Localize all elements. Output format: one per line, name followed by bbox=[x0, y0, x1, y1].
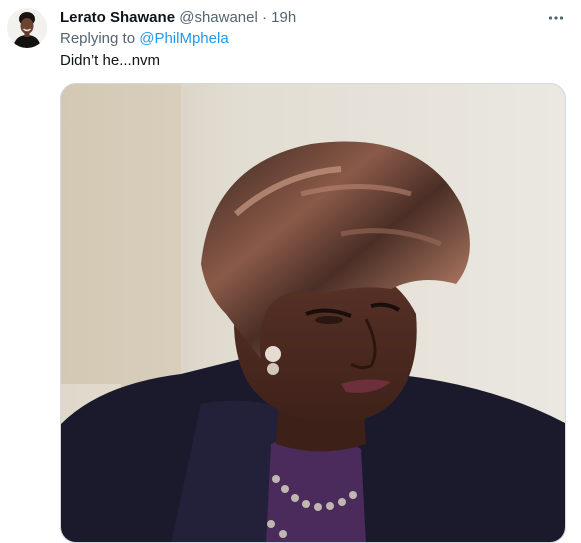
tweet-media-image[interactable] bbox=[60, 83, 566, 543]
more-icon[interactable] bbox=[546, 8, 566, 28]
reply-prefix: Replying to bbox=[60, 30, 136, 47]
media-image bbox=[61, 84, 565, 542]
avatar[interactable] bbox=[7, 8, 47, 48]
tweet-text: Didn’t he...nvm bbox=[60, 52, 161, 69]
user-handle[interactable]: @shawanel bbox=[179, 9, 258, 26]
tweet[interactable]: Lerato Shawane @shawanel · 19h Replying … bbox=[0, 0, 581, 543]
timestamp[interactable]: 19h bbox=[271, 9, 296, 26]
display-name[interactable]: Lerato Shawane bbox=[60, 9, 175, 26]
separator-dot: · bbox=[262, 9, 267, 26]
reply-mention-link[interactable]: @PhilMphela bbox=[139, 30, 228, 47]
tweet-header: Lerato Shawane @shawanel · 19h bbox=[60, 8, 296, 28]
replying-to: Replying to @PhilMphela bbox=[60, 29, 229, 49]
